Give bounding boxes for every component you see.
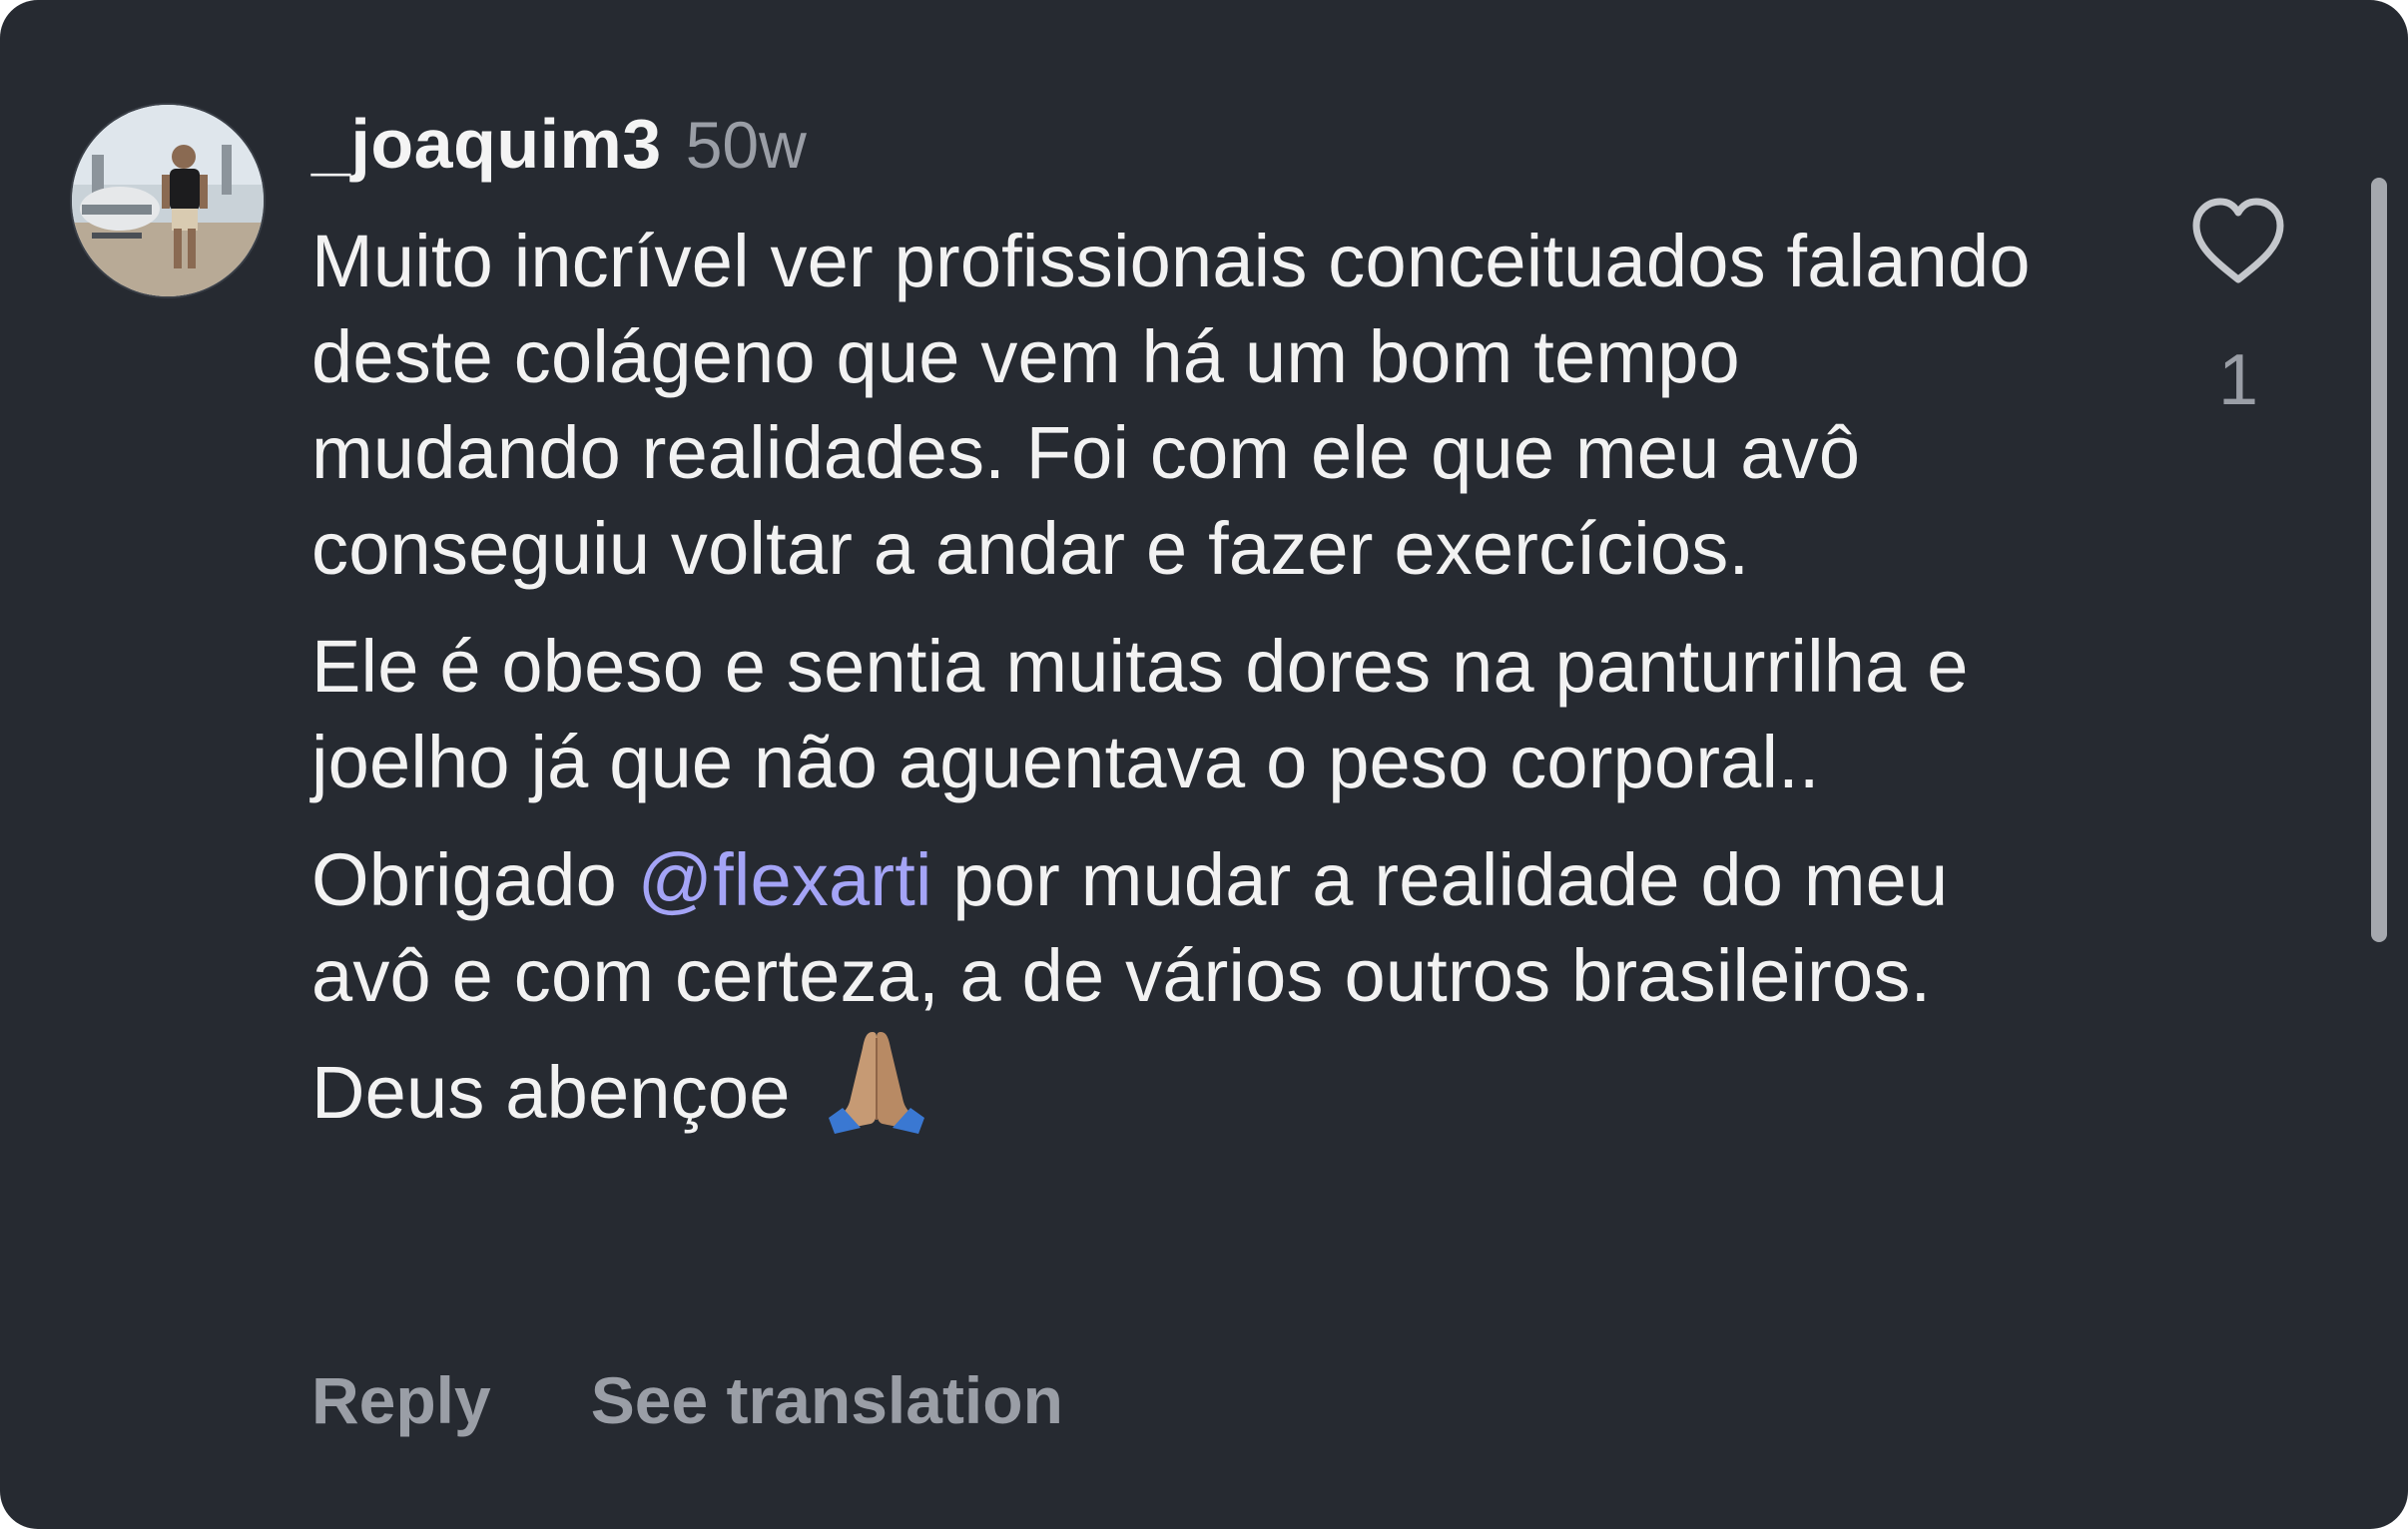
scrollbar-thumb[interactable] [2371,178,2387,942]
praying-hands-icon [821,1024,932,1136]
username-link[interactable]: _joaquim3 [311,104,662,184]
heart-outline-icon [2192,198,2284,283]
comment-actions: Reply See translation [311,1362,1163,1438]
avatar-photo [72,105,264,296]
reply-button[interactable]: Reply [311,1362,491,1438]
comment-header: _joaquim3 50w [311,104,807,194]
comment-paragraph-3: Obrigado @flexarti por mudar a realidade… [311,832,2069,1141]
comment-body: Muito incrível ver profissionais conceit… [311,214,2069,1163]
comment-paragraph-1: Muito incrível ver profissionais conceit… [311,220,2031,590]
see-translation-button[interactable]: See translation [591,1362,1063,1438]
like-count: 1 [2217,340,2259,420]
comment-card: _joaquim3 50w Muito incrível ver profiss… [0,0,2408,1529]
like-button[interactable] [2188,194,2288,289]
timestamp: 50w [685,108,807,182]
comment-paragraph-2: Ele é obeso e sentia muitas dores na pan… [311,625,1969,803]
paragraph-3-start: Obrigado [311,838,638,921]
avatar[interactable] [72,105,264,296]
mention-link[interactable]: @flexarti [638,838,932,921]
